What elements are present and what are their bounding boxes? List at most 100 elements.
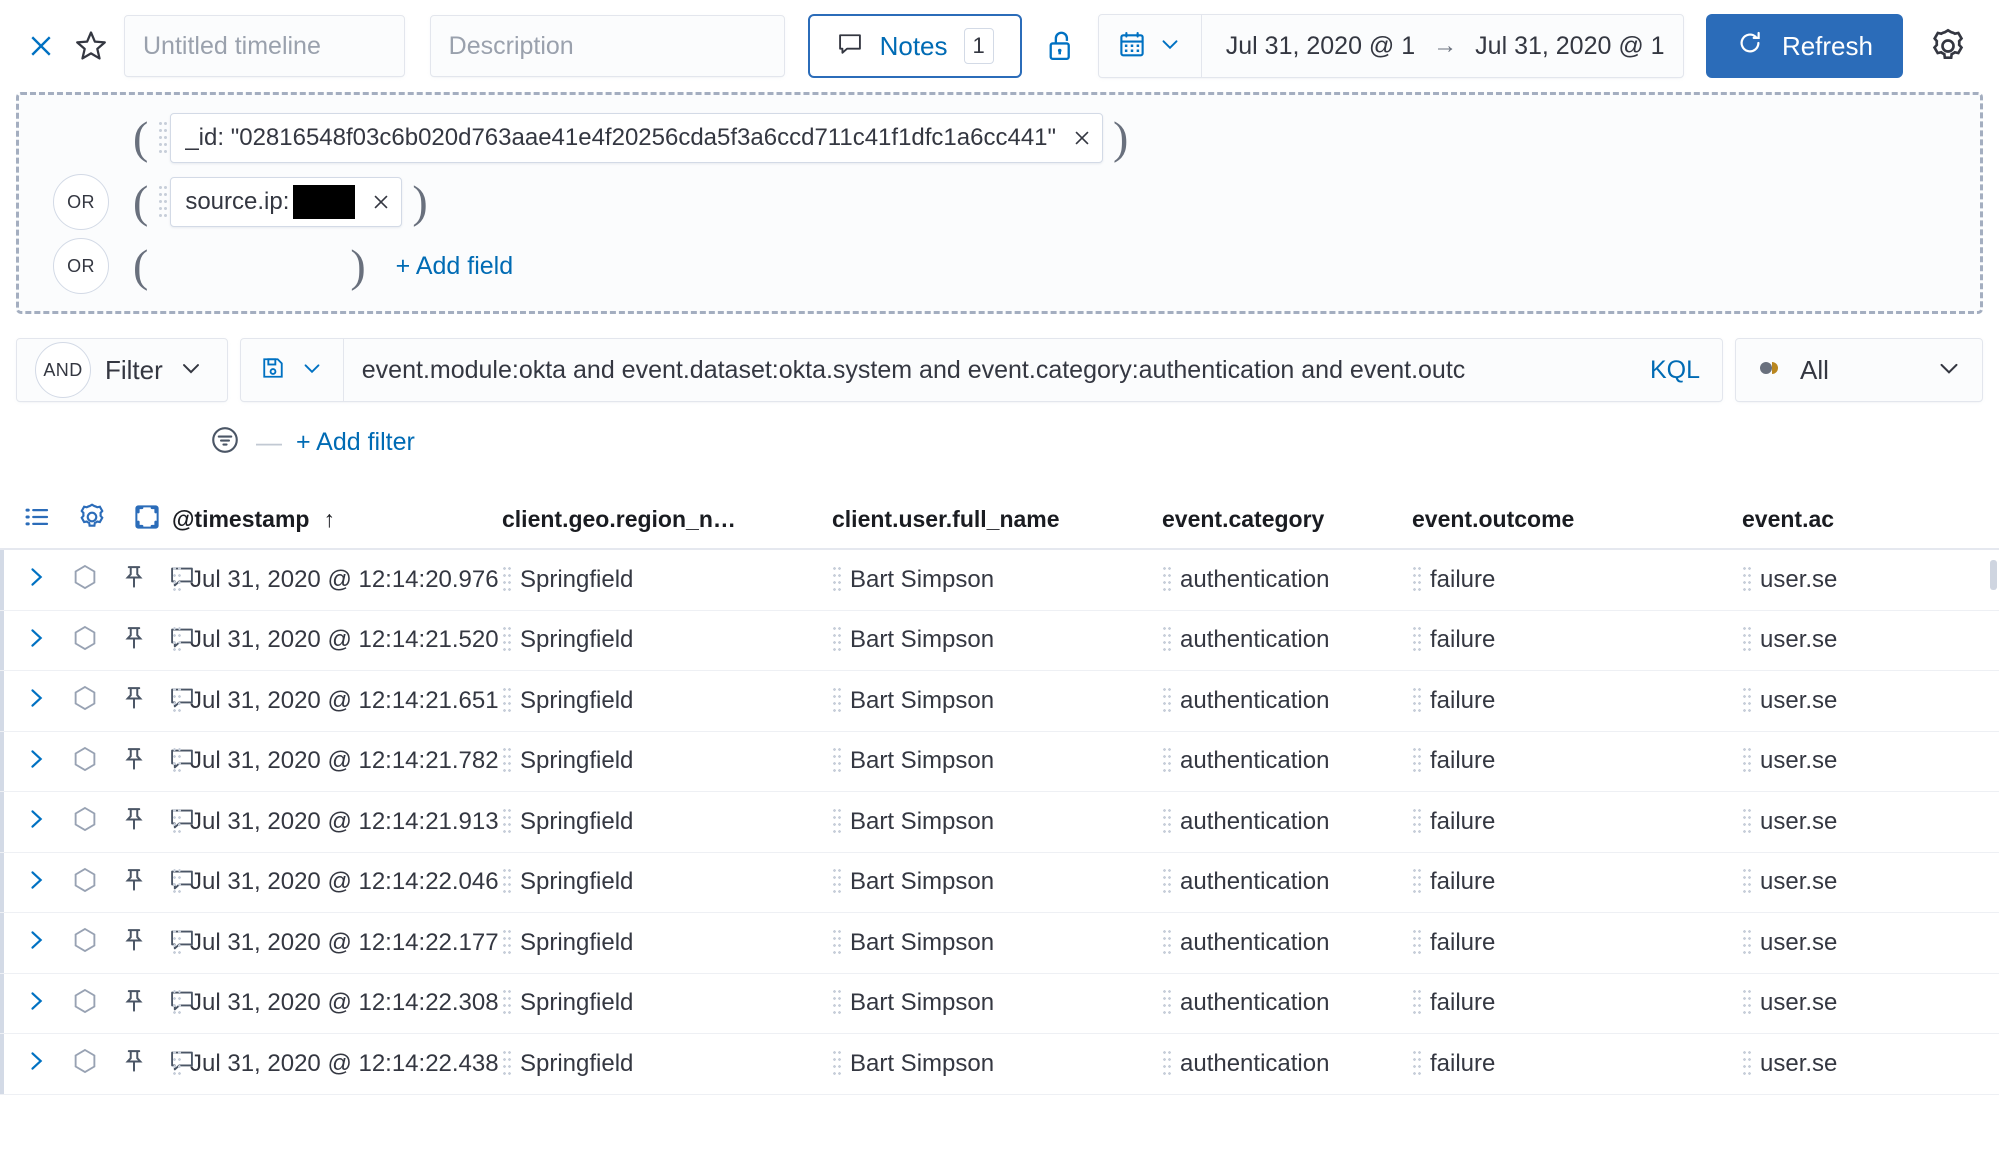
drag-handle-icon[interactable]: [1162, 746, 1171, 776]
cell-timestamp[interactable]: Jul 31, 2020 @ 12:14:22.177: [172, 928, 502, 958]
column-header-region[interactable]: client.geo.region_n…: [502, 506, 832, 533]
cell-outcome[interactable]: failure: [1412, 686, 1742, 716]
drag-handle-icon[interactable]: [832, 686, 841, 716]
table-row[interactable]: Jul 31, 2020 @ 12:14:22.438SpringfieldBa…: [0, 1034, 1999, 1095]
or-conjunction-badge[interactable]: OR: [53, 238, 109, 294]
cell-timestamp[interactable]: Jul 31, 2020 @ 12:14:21.782: [172, 746, 502, 776]
pin-icon[interactable]: [120, 624, 148, 657]
chevron-right-icon[interactable]: [22, 926, 50, 959]
cell-category[interactable]: authentication: [1162, 807, 1412, 837]
drag-handle-icon[interactable]: [172, 1049, 181, 1079]
chevron-right-icon[interactable]: [22, 866, 50, 899]
pin-icon[interactable]: [120, 987, 148, 1020]
cell-outcome[interactable]: failure: [1412, 928, 1742, 958]
cell-user[interactable]: Bart Simpson: [832, 565, 1162, 595]
cell-action[interactable]: user.se: [1742, 867, 1942, 897]
drag-handle-icon[interactable]: [502, 565, 511, 595]
gear-icon[interactable]: [1917, 18, 1979, 74]
drag-handle-icon[interactable]: [158, 120, 168, 156]
drag-handle-icon[interactable]: [1742, 746, 1751, 776]
cell-user[interactable]: Bart Simpson: [832, 988, 1162, 1018]
unlock-icon[interactable]: [1032, 18, 1090, 74]
drag-handle-icon[interactable]: [1412, 625, 1421, 655]
drag-handle-icon[interactable]: [502, 746, 511, 776]
kql-query-field[interactable]: event.module:okta and event.dataset:okta…: [240, 338, 1723, 402]
cell-category[interactable]: authentication: [1162, 625, 1412, 655]
cell-outcome[interactable]: failure: [1412, 1049, 1742, 1079]
calendar-quick-menu-button[interactable]: [1099, 15, 1202, 77]
cell-region[interactable]: Springfield: [502, 1049, 832, 1079]
drag-handle-icon[interactable]: [1412, 928, 1421, 958]
cell-user[interactable]: Bart Simpson: [832, 746, 1162, 776]
cell-outcome[interactable]: failure: [1412, 565, 1742, 595]
drag-handle-icon[interactable]: [502, 1049, 511, 1079]
date-picker-group[interactable]: Jul 31, 2020 @ 1 → Jul 31, 2020 @ 1: [1098, 14, 1684, 78]
drag-handle-icon[interactable]: [1742, 867, 1751, 897]
hexagon-icon[interactable]: [70, 804, 100, 839]
drag-handle-icon[interactable]: [172, 807, 181, 837]
hexagon-icon[interactable]: [70, 925, 100, 960]
drag-handle-icon[interactable]: [502, 686, 511, 716]
timeline-description-input[interactable]: Description: [430, 15, 785, 77]
drag-handle-icon[interactable]: [832, 807, 841, 837]
star-icon[interactable]: [64, 23, 118, 69]
drag-handle-icon[interactable]: [1412, 1049, 1421, 1079]
hexagon-icon[interactable]: [70, 744, 100, 779]
cell-outcome[interactable]: failure: [1412, 625, 1742, 655]
refresh-button[interactable]: Refresh: [1706, 14, 1903, 78]
chevron-right-icon[interactable]: [22, 745, 50, 778]
drag-handle-icon[interactable]: [172, 565, 181, 595]
cell-outcome[interactable]: failure: [1412, 988, 1742, 1018]
drag-handle-icon[interactable]: [502, 807, 511, 837]
drag-handle-icon[interactable]: [1742, 807, 1751, 837]
cell-region[interactable]: Springfield: [502, 807, 832, 837]
cell-timestamp[interactable]: Jul 31, 2020 @ 12:14:21.520: [172, 625, 502, 655]
query-language-badge[interactable]: KQL: [1644, 356, 1722, 385]
drag-handle-icon[interactable]: [502, 625, 511, 655]
drag-handle-icon[interactable]: [172, 928, 181, 958]
hexagon-icon[interactable]: [70, 986, 100, 1021]
column-header-timestamp[interactable]: @timestamp ↑: [172, 506, 502, 533]
vertical-scrollbar[interactable]: [1990, 560, 1997, 590]
drag-handle-icon[interactable]: [1162, 867, 1171, 897]
close-icon[interactable]: [1062, 115, 1102, 161]
cell-region[interactable]: Springfield: [502, 746, 832, 776]
table-row[interactable]: Jul 31, 2020 @ 12:14:22.308SpringfieldBa…: [0, 974, 1999, 1035]
table-row[interactable]: Jul 31, 2020 @ 12:14:22.046SpringfieldBa…: [0, 853, 1999, 914]
cell-action[interactable]: user.se: [1742, 1049, 1942, 1079]
cell-action[interactable]: user.se: [1742, 625, 1942, 655]
pin-icon[interactable]: [120, 563, 148, 596]
cell-category[interactable]: authentication: [1162, 746, 1412, 776]
chevron-right-icon[interactable]: [22, 805, 50, 838]
cell-timestamp[interactable]: Jul 31, 2020 @ 12:14:22.438: [172, 1049, 502, 1079]
drag-handle-icon[interactable]: [1742, 988, 1751, 1018]
cell-user[interactable]: Bart Simpson: [832, 807, 1162, 837]
drag-handle-icon[interactable]: [1742, 686, 1751, 716]
pin-icon[interactable]: [120, 866, 148, 899]
drag-handle-icon[interactable]: [832, 928, 841, 958]
cell-action[interactable]: user.se: [1742, 565, 1942, 595]
drag-handle-icon[interactable]: [1412, 746, 1421, 776]
drag-handle-icon[interactable]: [158, 184, 168, 220]
drag-handle-icon[interactable]: [832, 988, 841, 1018]
add-filter-link[interactable]: + Add filter: [296, 428, 415, 457]
drag-handle-icon[interactable]: [502, 928, 511, 958]
cell-user[interactable]: Bart Simpson: [832, 686, 1162, 716]
date-start[interactable]: Jul 31, 2020 @ 1: [1226, 32, 1415, 61]
drag-handle-icon[interactable]: [1162, 565, 1171, 595]
data-provider-visibility-select[interactable]: All: [1735, 338, 1983, 402]
drag-handle-icon[interactable]: [1162, 686, 1171, 716]
drag-handle-icon[interactable]: [172, 746, 181, 776]
cell-region[interactable]: Springfield: [502, 686, 832, 716]
table-row[interactable]: Jul 31, 2020 @ 12:14:22.177SpringfieldBa…: [0, 913, 1999, 974]
hexagon-icon[interactable]: [70, 683, 100, 718]
drag-handle-icon[interactable]: [172, 867, 181, 897]
cell-region[interactable]: Springfield: [502, 867, 832, 897]
drag-handle-icon[interactable]: [1162, 988, 1171, 1018]
pin-icon[interactable]: [120, 805, 148, 838]
filter-icon[interactable]: [208, 423, 242, 462]
drag-handle-icon[interactable]: [502, 867, 511, 897]
table-row[interactable]: Jul 31, 2020 @ 12:14:20.976SpringfieldBa…: [0, 550, 1999, 611]
drag-handle-icon[interactable]: [1162, 1049, 1171, 1079]
drag-handle-icon[interactable]: [1742, 928, 1751, 958]
